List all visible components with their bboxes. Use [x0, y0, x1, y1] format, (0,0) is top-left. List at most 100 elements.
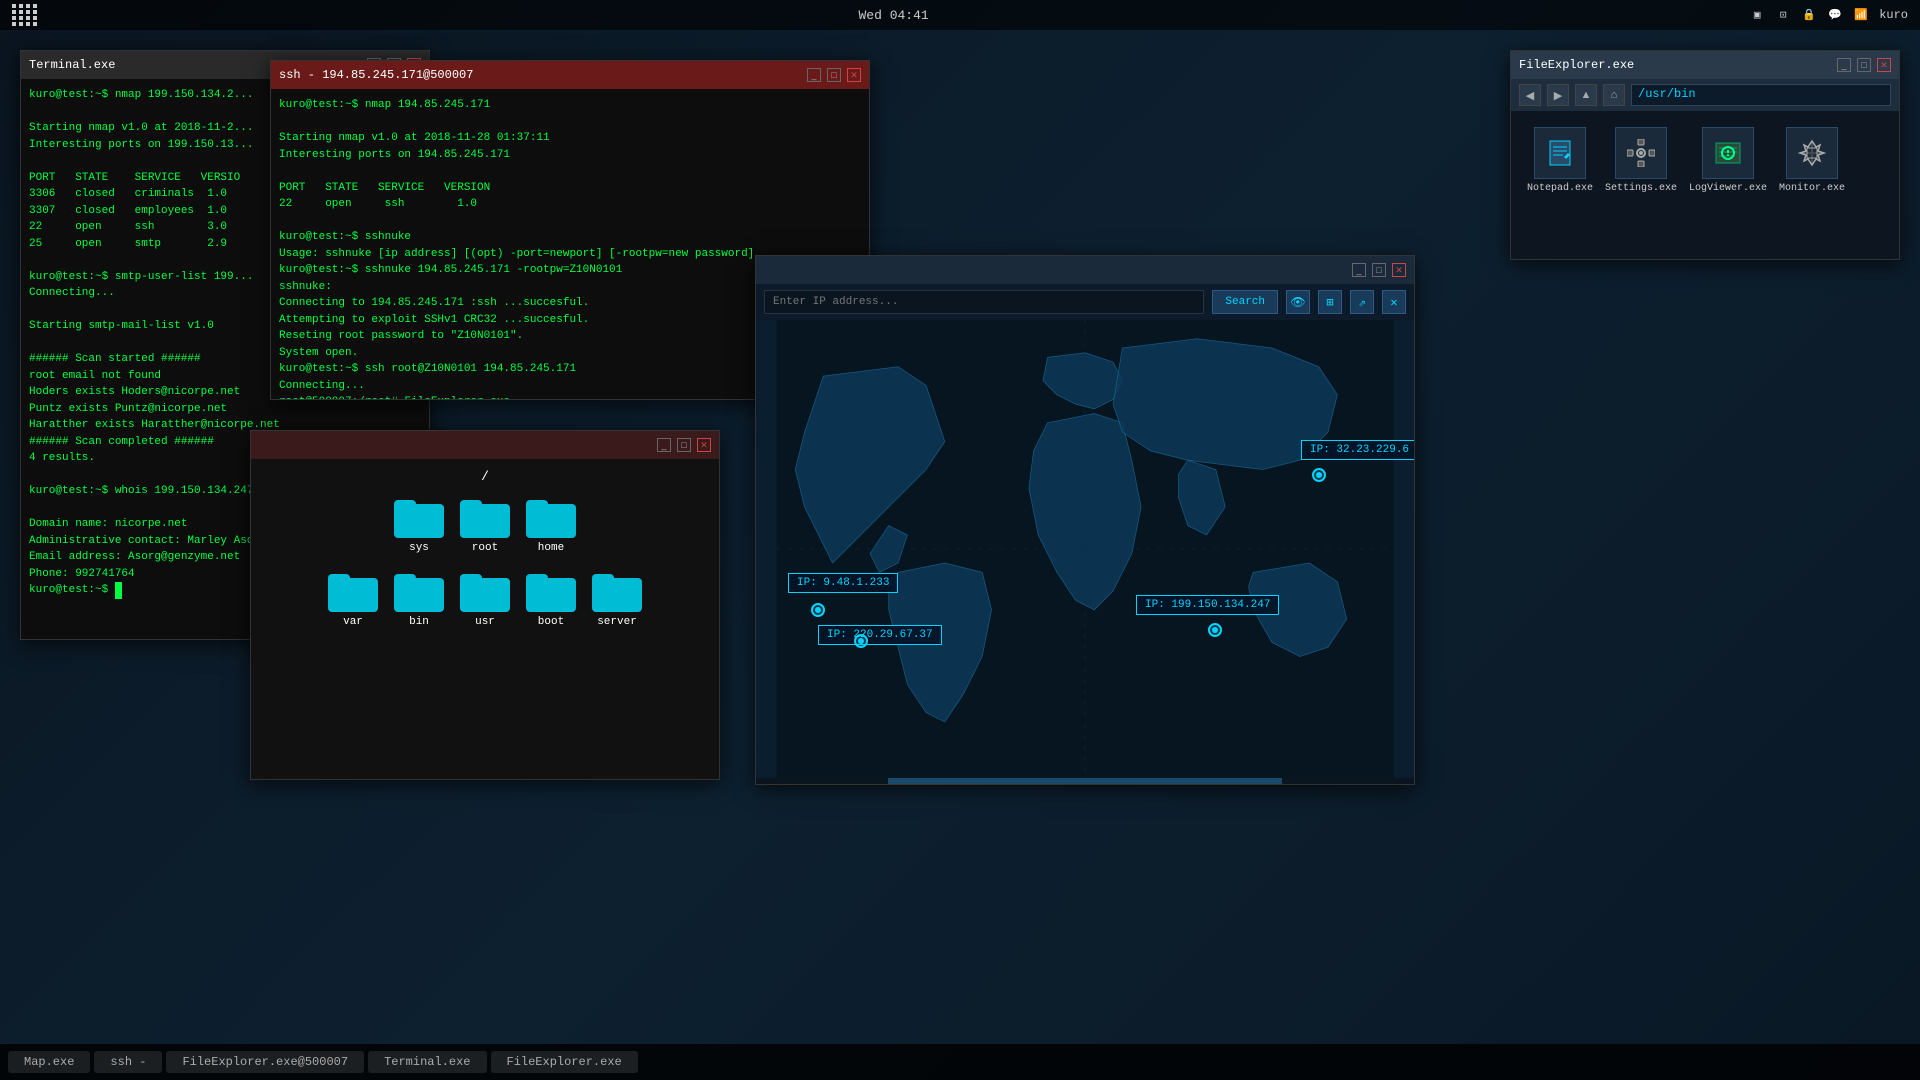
- folder-boot[interactable]: boot: [526, 570, 576, 628]
- folder-boot-icon: [526, 570, 576, 612]
- app-notepad[interactable]: Notepad.exe: [1527, 127, 1593, 243]
- ssh-line: 22 open ssh 1.0: [279, 196, 861, 213]
- fileexp-small-maximize-btn[interactable]: □: [677, 438, 691, 452]
- fileexp-small-grid-row1: sys root home: [394, 496, 576, 554]
- battery-icon: ⊡: [1775, 7, 1791, 23]
- folder-server[interactable]: server: [592, 570, 642, 628]
- username: kuro: [1879, 8, 1908, 22]
- ip-label-2: IP: 9.48.1.233: [788, 573, 898, 593]
- system-tray: ▣ ⊡ 🔒 💬 📶 kuro: [1749, 7, 1908, 23]
- map-eye-btn[interactable]: 👁: [1286, 290, 1310, 314]
- ssh-line: kuro@test:~$ nmap 194.85.245.171: [279, 97, 861, 114]
- fileexp-large-maximize-btn[interactable]: □: [1857, 58, 1871, 72]
- map-controls: _ □ ✕: [1352, 263, 1406, 277]
- notepad-label: Notepad.exe: [1527, 183, 1593, 194]
- map-close-btn[interactable]: ✕: [1392, 263, 1406, 277]
- taskbar-map[interactable]: Map.exe: [8, 1051, 90, 1073]
- ssh-maximize-btn[interactable]: □: [827, 68, 841, 82]
- map-scrollbar-thumb[interactable]: [888, 778, 1283, 784]
- folder-usr-icon: [460, 570, 510, 612]
- fileexp-large-minimize-btn[interactable]: _: [1837, 58, 1851, 72]
- terminal-line: Puntz exists Puntz@nicorpe.net: [29, 401, 421, 418]
- folder-bin-icon: [394, 570, 444, 612]
- clock: Wed 04:41: [858, 8, 928, 23]
- folder-bin-label: bin: [409, 616, 429, 628]
- map-dot-2: [811, 603, 825, 617]
- fileexp-up-btn[interactable]: ▲: [1575, 84, 1597, 106]
- folder-root-label: root: [472, 542, 498, 554]
- fileexp-large-controls: _ □ ✕: [1837, 58, 1891, 72]
- map-maximize-btn[interactable]: □: [1372, 263, 1386, 277]
- ssh-minimize-btn[interactable]: _: [807, 68, 821, 82]
- map-dot-3: [854, 634, 868, 648]
- fileexp-path-bar[interactable]: /usr/bin: [1631, 84, 1891, 106]
- fileexp-small-minimize-btn[interactable]: _: [657, 438, 671, 452]
- fileexp-home-btn[interactable]: ⌂: [1603, 84, 1625, 106]
- folder-home-icon: [526, 496, 576, 538]
- fileexp-small-close-btn[interactable]: ✕: [697, 438, 711, 452]
- folder-var[interactable]: var: [328, 570, 378, 628]
- folder-root-icon: [460, 496, 510, 538]
- map-settings-btn[interactable]: ✕: [1382, 290, 1406, 314]
- chat-icon: 💬: [1827, 7, 1843, 23]
- folder-sys-icon: [394, 496, 444, 538]
- taskbar-fileexp-remote[interactable]: FileExplorer.exe@500007: [166, 1051, 364, 1073]
- notepad-icon: [1534, 127, 1586, 179]
- ssh-line: [279, 163, 861, 180]
- folder-home-label: home: [538, 542, 564, 554]
- ssh-line: Starting nmap v1.0 at 2018-11-28 01:37:1…: [279, 130, 861, 147]
- folder-bin[interactable]: bin: [394, 570, 444, 628]
- monitor-app-icon: [1786, 127, 1838, 179]
- map-body[interactable]: IP: 32.23.229.6 IP: 9.48.1.233 IP: 220.2…: [756, 320, 1414, 778]
- ssh-titlebar: ssh - 194.85.245.171@500007 _ □ ✕: [271, 61, 869, 89]
- app-grid-icon[interactable]: [12, 4, 38, 26]
- map-toolbar: Search 👁 ⊞ ⇗ ✕: [756, 284, 1414, 320]
- taskbar-fileexp-local[interactable]: FileExplorer.exe: [491, 1051, 638, 1073]
- ip-label-4: IP: 199.150.134.247: [1136, 595, 1279, 615]
- map-display-btn[interactable]: ⊞: [1318, 290, 1342, 314]
- lock-icon: 🔒: [1801, 7, 1817, 23]
- taskbar-ssh[interactable]: ssh -: [94, 1051, 162, 1073]
- folder-var-label: var: [343, 616, 363, 628]
- app-monitor[interactable]: Monitor.exe: [1779, 127, 1845, 243]
- folder-home[interactable]: home: [526, 496, 576, 554]
- map-search-btn[interactable]: Search: [1212, 290, 1278, 314]
- folder-boot-label: boot: [538, 616, 564, 628]
- folder-sys-label: sys: [409, 542, 429, 554]
- app-settings[interactable]: Settings.exe: [1605, 127, 1677, 243]
- folder-sys[interactable]: sys: [394, 496, 444, 554]
- fileexp-large-toolbar: ◀ ▶ ▲ ⌂ /usr/bin: [1511, 79, 1899, 111]
- settings-label: Settings.exe: [1605, 183, 1677, 194]
- fileexp-small-grid-row2: var bin usr boot server: [328, 570, 642, 628]
- map-ip-input[interactable]: [764, 290, 1204, 314]
- world-map: [756, 320, 1414, 778]
- ip-label-3: IP: 220.29.67.37: [818, 625, 942, 645]
- ssh-controls: _ □ ✕: [807, 68, 861, 82]
- map-minimize-btn[interactable]: _: [1352, 263, 1366, 277]
- folder-usr-label: usr: [475, 616, 495, 628]
- ssh-line: [279, 213, 861, 230]
- fileexp-small-body: / sys root home var: [251, 459, 719, 779]
- fileexp-back-btn[interactable]: ◀: [1519, 84, 1541, 106]
- folder-usr[interactable]: usr: [460, 570, 510, 628]
- fileexp-large-icons: Notepad.exe Settings.exe: [1511, 111, 1899, 259]
- fileexp-large-window: FileExplorer.exe _ □ ✕ ◀ ▶ ▲ ⌂ /usr/bin: [1510, 50, 1900, 260]
- wifi-icon: 📶: [1853, 7, 1869, 23]
- fileexp-large-close-btn[interactable]: ✕: [1877, 58, 1891, 72]
- monitor-icon: ▣: [1749, 7, 1765, 23]
- folder-root[interactable]: root: [460, 496, 510, 554]
- fileexp-small-window: _ □ ✕ / sys root home: [250, 430, 720, 780]
- fileexp-small-path: /: [481, 469, 489, 484]
- topbar: Wed 04:41 ▣ ⊡ 🔒 💬 📶 kuro: [0, 0, 1920, 30]
- map-scrollbar[interactable]: [756, 778, 1414, 784]
- ssh-title: ssh - 194.85.245.171@500007: [279, 68, 473, 82]
- ssh-close-btn[interactable]: ✕: [847, 68, 861, 82]
- map-share-btn[interactable]: ⇗: [1350, 290, 1374, 314]
- ssh-line: PORT STATE SERVICE VERSION: [279, 180, 861, 197]
- fileexp-forward-btn[interactable]: ▶: [1547, 84, 1569, 106]
- taskbar-terminal[interactable]: Terminal.exe: [368, 1051, 486, 1073]
- app-logviewer[interactable]: LogViewer.exe: [1689, 127, 1767, 243]
- logviewer-icon: [1702, 127, 1754, 179]
- fileexp-large-title: FileExplorer.exe: [1519, 58, 1634, 72]
- terminal-title: Terminal.exe: [29, 58, 115, 72]
